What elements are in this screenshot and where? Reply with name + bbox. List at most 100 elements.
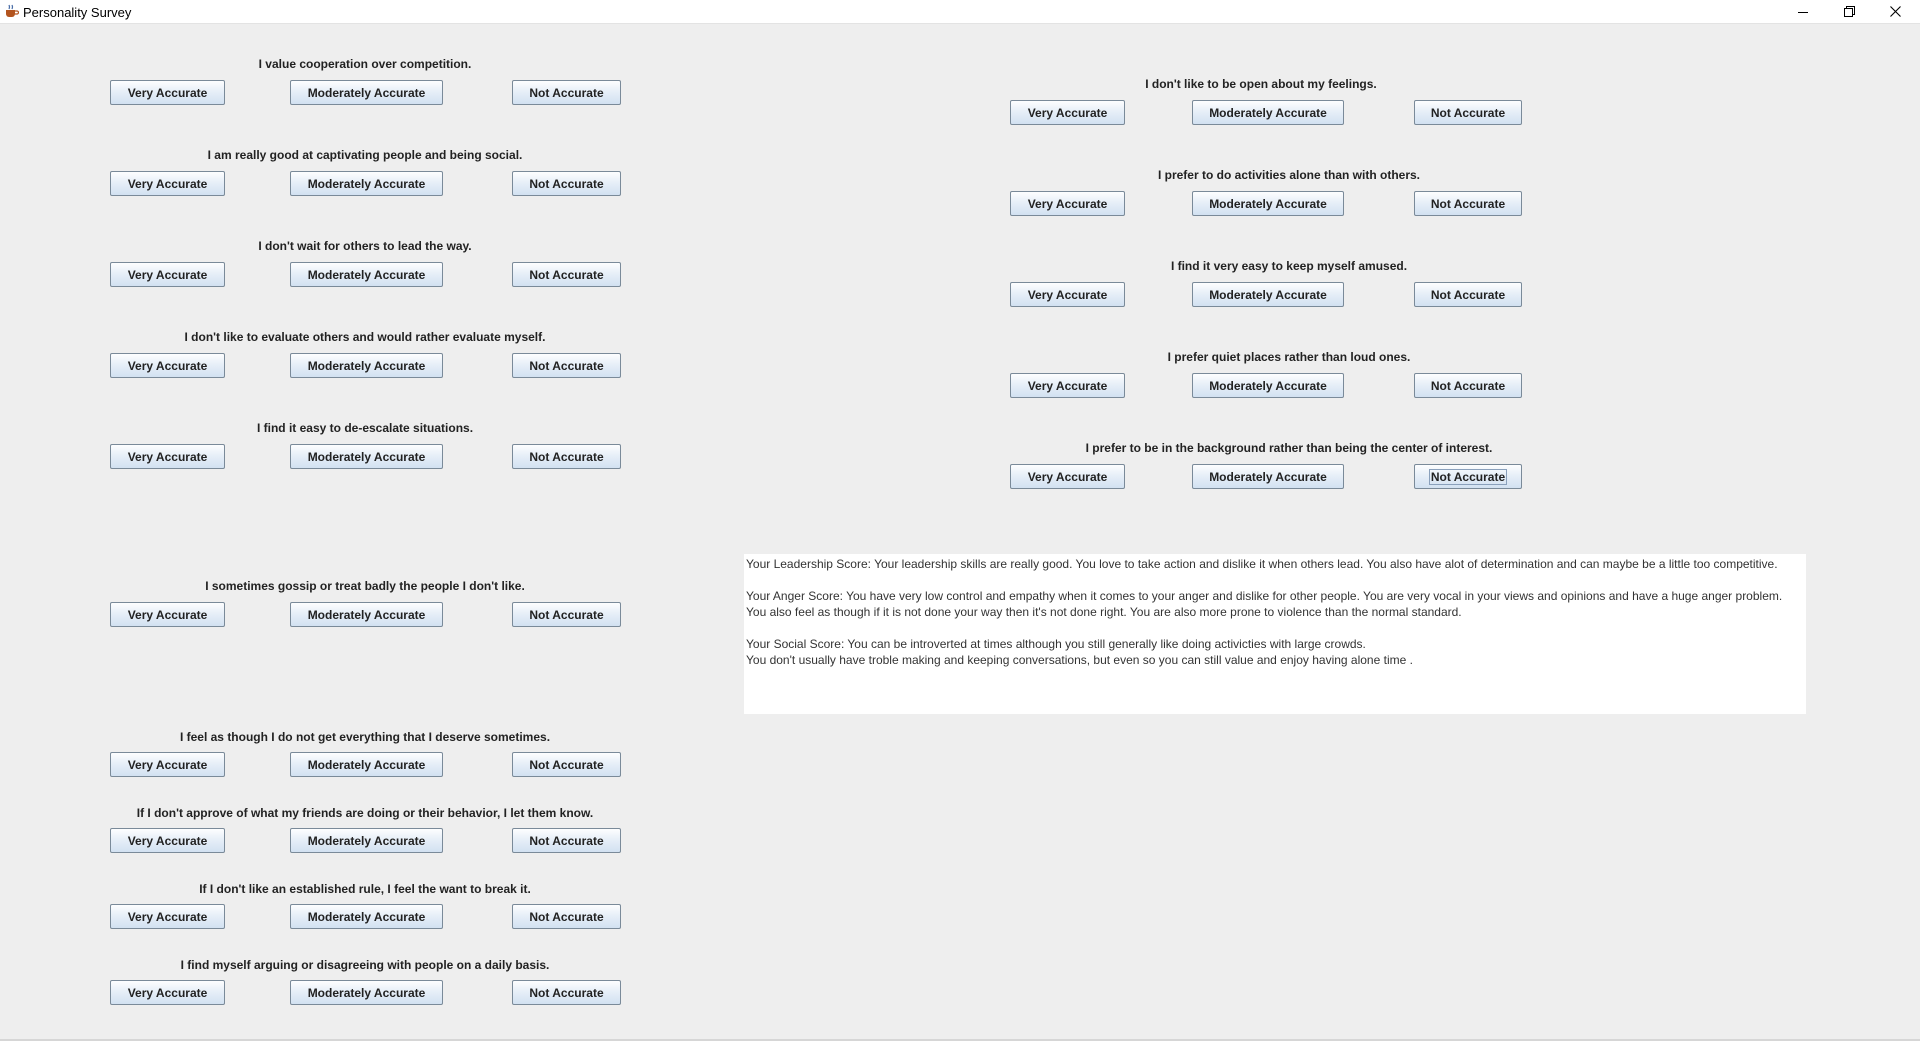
button-label: Not Accurate xyxy=(529,176,604,191)
question-label: I prefer to be in the background rather … xyxy=(1085,441,1493,455)
button-label: Very Accurate xyxy=(127,176,208,191)
question-label: I prefer quiet places rather than loud o… xyxy=(1167,350,1411,364)
question-label: I find it easy to de-escalate situations… xyxy=(256,421,474,435)
not-accurate-button[interactable]: Not Accurate xyxy=(1414,464,1522,489)
not-accurate-button[interactable]: Not Accurate xyxy=(512,752,621,777)
button-label: Very Accurate xyxy=(127,607,208,622)
button-label: Very Accurate xyxy=(127,358,208,373)
not-accurate-button[interactable]: Not Accurate xyxy=(512,444,621,469)
button-label: Very Accurate xyxy=(127,757,208,772)
moderately-accurate-button[interactable]: Moderately Accurate xyxy=(1192,282,1344,307)
question-label: If I don't like an established rule, I f… xyxy=(199,882,531,896)
button-label: Moderately Accurate xyxy=(307,833,426,848)
very-accurate-button[interactable]: Very Accurate xyxy=(1010,373,1125,398)
moderately-accurate-button[interactable]: Moderately Accurate xyxy=(290,262,443,287)
moderately-accurate-button[interactable]: Moderately Accurate xyxy=(290,828,443,853)
button-label: Moderately Accurate xyxy=(307,757,426,772)
moderately-accurate-button[interactable]: Moderately Accurate xyxy=(1192,100,1344,125)
button-label: Moderately Accurate xyxy=(307,607,426,622)
very-accurate-button[interactable]: Very Accurate xyxy=(110,262,225,287)
minimize-button[interactable] xyxy=(1780,0,1826,23)
button-label: Not Accurate xyxy=(1430,196,1506,211)
question-label: I don't like to evaluate others and woul… xyxy=(184,330,546,344)
button-label: Moderately Accurate xyxy=(1209,196,1327,211)
not-accurate-button[interactable]: Not Accurate xyxy=(512,602,621,627)
question-label: I find myself arguing or disagreeing wit… xyxy=(180,958,550,972)
button-label: Very Accurate xyxy=(1027,378,1108,393)
not-accurate-button[interactable]: Not Accurate xyxy=(512,80,621,105)
very-accurate-button[interactable]: Very Accurate xyxy=(1010,191,1125,216)
moderately-accurate-button[interactable]: Moderately Accurate xyxy=(290,353,443,378)
close-button[interactable] xyxy=(1872,0,1918,23)
moderately-accurate-button[interactable]: Moderately Accurate xyxy=(290,904,443,929)
restore-icon xyxy=(1843,6,1855,17)
button-label: Very Accurate xyxy=(127,833,208,848)
button-label: Very Accurate xyxy=(127,449,208,464)
java-cup-icon xyxy=(6,4,19,17)
anger-score-text-continued: You also feel as though if it is not don… xyxy=(746,605,1462,619)
question-label: I don't like to be open about my feeling… xyxy=(1145,77,1377,91)
button-label: Very Accurate xyxy=(1027,105,1108,120)
very-accurate-button[interactable]: Very Accurate xyxy=(110,80,225,105)
restore-button[interactable] xyxy=(1826,0,1872,23)
not-accurate-button[interactable]: Not Accurate xyxy=(512,171,621,196)
question-label: I find it very easy to keep myself amuse… xyxy=(1170,259,1408,273)
moderately-accurate-button[interactable]: Moderately Accurate xyxy=(290,602,443,627)
very-accurate-button[interactable]: Very Accurate xyxy=(110,171,225,196)
very-accurate-button[interactable]: Very Accurate xyxy=(110,828,225,853)
moderately-accurate-button[interactable]: Moderately Accurate xyxy=(1192,373,1344,398)
not-accurate-button[interactable]: Not Accurate xyxy=(512,828,621,853)
not-accurate-button[interactable]: Not Accurate xyxy=(512,904,621,929)
button-label: Not Accurate xyxy=(529,449,604,464)
button-label: Very Accurate xyxy=(127,267,208,282)
results-text-area[interactable]: Your Leadership Score: Your leadership s… xyxy=(744,554,1806,714)
very-accurate-button[interactable]: Very Accurate xyxy=(1010,464,1125,489)
button-label: Not Accurate xyxy=(1430,287,1506,302)
very-accurate-button[interactable]: Very Accurate xyxy=(110,752,225,777)
social-score-text-continued: You don't usually have troble making and… xyxy=(746,653,1413,667)
title-bar: Personality Survey xyxy=(0,0,1920,24)
question-label: I feel as though I do not get everything… xyxy=(179,730,551,744)
not-accurate-button[interactable]: Not Accurate xyxy=(512,262,621,287)
moderately-accurate-button[interactable]: Moderately Accurate xyxy=(1192,464,1344,489)
button-label: Very Accurate xyxy=(1027,287,1108,302)
button-label: Not Accurate xyxy=(529,833,604,848)
very-accurate-button[interactable]: Very Accurate xyxy=(110,980,225,1005)
button-label: Moderately Accurate xyxy=(307,85,426,100)
moderately-accurate-button[interactable]: Moderately Accurate xyxy=(1192,191,1344,216)
button-label: Moderately Accurate xyxy=(307,267,426,282)
moderately-accurate-button[interactable]: Moderately Accurate xyxy=(290,80,443,105)
moderately-accurate-button[interactable]: Moderately Accurate xyxy=(290,752,443,777)
not-accurate-button[interactable]: Not Accurate xyxy=(1414,100,1522,125)
leadership-score-text: Your Leadership Score: Your leadership s… xyxy=(746,557,1778,571)
not-accurate-button[interactable]: Not Accurate xyxy=(1414,191,1522,216)
question-label: I value cooperation over competition. xyxy=(258,57,472,71)
window-title: Personality Survey xyxy=(23,5,132,20)
button-label: Moderately Accurate xyxy=(1209,287,1327,302)
button-label: Moderately Accurate xyxy=(307,985,426,1000)
very-accurate-button[interactable]: Very Accurate xyxy=(1010,100,1125,125)
button-label: Not Accurate xyxy=(529,267,604,282)
very-accurate-button[interactable]: Very Accurate xyxy=(110,602,225,627)
moderately-accurate-button[interactable]: Moderately Accurate xyxy=(290,980,443,1005)
button-label: Not Accurate xyxy=(529,909,604,924)
button-label: Not Accurate xyxy=(529,985,604,1000)
not-accurate-button[interactable]: Not Accurate xyxy=(512,980,621,1005)
button-label: Moderately Accurate xyxy=(307,449,426,464)
button-label: Very Accurate xyxy=(127,985,208,1000)
not-accurate-button[interactable]: Not Accurate xyxy=(1414,373,1522,398)
question-label: I sometimes gossip or treat badly the pe… xyxy=(205,579,525,593)
social-score-text: Your Social Score: You can be introverte… xyxy=(746,637,1366,651)
moderately-accurate-button[interactable]: Moderately Accurate xyxy=(290,171,443,196)
button-label: Not Accurate xyxy=(529,757,604,772)
question-label: I don't wait for others to lead the way. xyxy=(258,239,472,253)
button-label: Not Accurate xyxy=(1428,468,1508,485)
very-accurate-button[interactable]: Very Accurate xyxy=(1010,282,1125,307)
button-label: Moderately Accurate xyxy=(1209,378,1327,393)
not-accurate-button[interactable]: Not Accurate xyxy=(512,353,621,378)
moderately-accurate-button[interactable]: Moderately Accurate xyxy=(290,444,443,469)
very-accurate-button[interactable]: Very Accurate xyxy=(110,353,225,378)
very-accurate-button[interactable]: Very Accurate xyxy=(110,444,225,469)
not-accurate-button[interactable]: Not Accurate xyxy=(1414,282,1522,307)
very-accurate-button[interactable]: Very Accurate xyxy=(110,904,225,929)
